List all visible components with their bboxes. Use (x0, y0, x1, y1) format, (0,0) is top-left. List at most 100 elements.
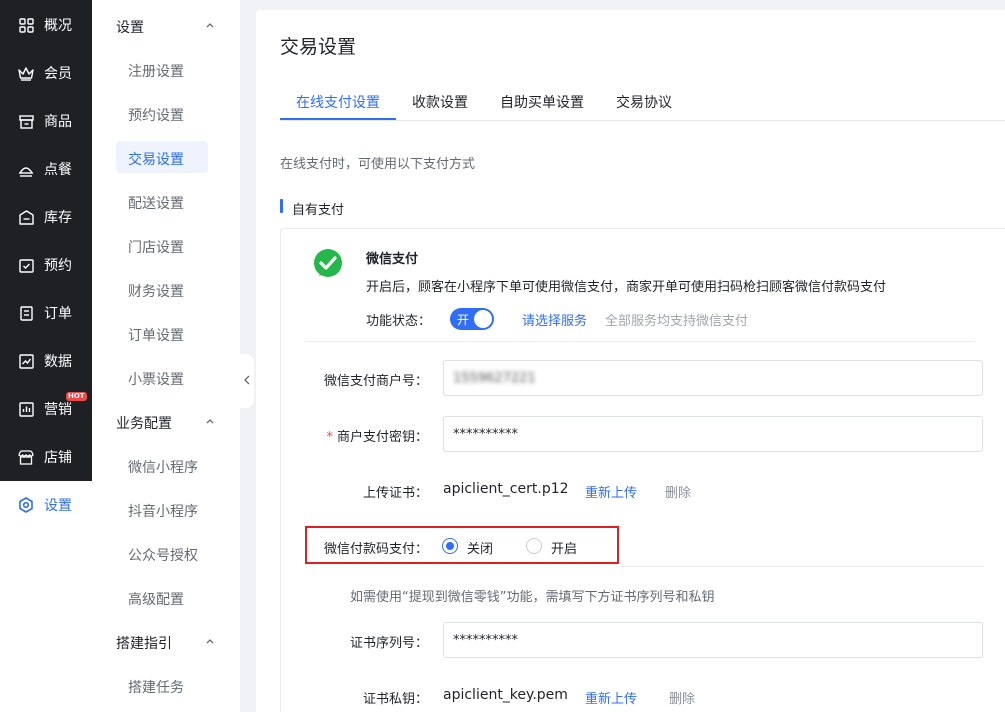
main-nav: 概况 会员 商品 点餐 库存 预约 订单 数据 营销 HOT 店铺 设置 (0, 0, 92, 712)
hot-badge: HOT (66, 392, 87, 401)
nav-item-overview[interactable]: 概况 (0, 1, 92, 49)
chevron-up-icon (205, 634, 215, 650)
nav-item-stock[interactable]: 库存 (0, 193, 92, 241)
merchant-id-input[interactable]: 1559627221 (443, 360, 983, 396)
store-icon (18, 113, 34, 129)
nav-item-settings[interactable]: 设置 (0, 481, 92, 529)
delete-cert-link[interactable]: 删除 (665, 482, 691, 501)
cert-upload-label: 上传证书： (362, 486, 428, 501)
order-icon (18, 305, 34, 321)
nav-item-booking[interactable]: 预约 (0, 241, 92, 289)
nav-label: 数据 (44, 354, 72, 370)
delete-key-link[interactable]: 删除 (669, 688, 695, 707)
paycode-on-label[interactable]: 开启 (551, 538, 577, 557)
submenu-group-settings[interactable]: 设置 (116, 17, 216, 37)
tab-bar: 在线支付设置 收款设置 自助买单设置 交易协议 (280, 90, 1005, 121)
merchant-key-label: * 商户支付密钥： (326, 430, 428, 445)
chart-icon (18, 353, 34, 369)
submenu-item-official-account[interactable]: 公众号授权 (128, 545, 198, 565)
page-title: 交易设置 (280, 36, 357, 58)
submenu-item-finance[interactable]: 财务设置 (128, 281, 184, 301)
nav-item-goods[interactable]: 商品 (0, 97, 92, 145)
divider (306, 341, 974, 342)
toggle-knob (474, 310, 492, 328)
nav-label: 点餐 (44, 162, 72, 178)
private-key-file-name: apiclient_key.pem (443, 687, 568, 703)
nav-label: 商品 (44, 114, 72, 130)
nav-label: 预约 (44, 258, 72, 274)
nav-label: 会员 (44, 66, 72, 82)
submenu-group-guide[interactable]: 搭建指引 (116, 633, 216, 653)
wechat-pay-description: 开启后，顾客在小程序下单可使用微信支付，商家开单可使用扫码枪扫顾客微信付款码支付 (366, 280, 887, 295)
divider (620, 566, 984, 567)
status-label: 功能状态： (366, 314, 432, 329)
section-marker (280, 199, 283, 213)
section-title: 自有支付 (292, 203, 345, 218)
paycode-on-radio[interactable] (526, 538, 542, 554)
chevron-up-icon (205, 18, 215, 34)
submenu-item-store[interactable]: 门店设置 (128, 237, 184, 257)
nav-label: 店铺 (44, 450, 72, 466)
nav-item-shop[interactable]: 店铺 (0, 433, 92, 481)
nav-label: 概况 (44, 18, 72, 34)
payment-description: 在线支付时，可使用以下支付方式 (280, 157, 476, 172)
marketing-icon (18, 401, 34, 417)
choose-service-link[interactable]: 请选择服务 (522, 310, 587, 329)
active-tab-indicator (280, 118, 396, 120)
collapse-submenu-button[interactable] (240, 354, 254, 408)
cert-serial-value: ********** (453, 632, 518, 648)
submenu-item-trade[interactable]: 交易设置 (128, 149, 184, 169)
chevron-left-icon (243, 373, 251, 389)
submenu-item-build-task[interactable]: 搭建任务 (128, 677, 184, 697)
paycode-off-label[interactable]: 关闭 (467, 538, 493, 557)
required-mark: * (326, 430, 333, 445)
tab-trade-agreement[interactable]: 交易协议 (616, 92, 672, 112)
submenu-item-booking[interactable]: 预约设置 (128, 105, 184, 125)
shop-icon (18, 449, 34, 465)
nav-item-orders[interactable]: 订单 (0, 289, 92, 337)
status-toggle[interactable]: 开 (450, 308, 494, 330)
merchant-id-label: 微信支付商户号： (323, 374, 428, 389)
submenu-item-advanced[interactable]: 高级配置 (128, 589, 184, 609)
nav-item-member[interactable]: 会员 (0, 49, 92, 97)
crown-icon (18, 65, 34, 81)
warehouse-icon (18, 209, 34, 225)
submenu-item-register[interactable]: 注册设置 (128, 61, 184, 81)
nav-item-ordering[interactable]: 点餐 (0, 145, 92, 193)
submenu-item-douyin-mini[interactable]: 抖音小程序 (128, 501, 198, 521)
nav-item-marketing[interactable]: 营销 HOT (0, 385, 92, 433)
merchant-key-value: ********** (453, 426, 518, 442)
tab-online-payment[interactable]: 在线支付设置 (296, 92, 380, 112)
merchant-key-input[interactable]: ********** (443, 416, 983, 452)
dashboard-icon (18, 17, 34, 33)
wechat-pay-icon (312, 248, 344, 280)
merchant-id-value: 1559627221 (453, 370, 536, 386)
private-key-label: 证书私钥： (362, 692, 428, 707)
change-note: 如需使用“提现到微信零钱”功能，需填写下方证书序列号和私钥 (350, 590, 715, 605)
main-panel: 交易设置 在线支付设置 收款设置 自助买单设置 交易协议 在线支付时，可使用以下… (256, 10, 1005, 712)
submenu-item-receipt[interactable]: 小票设置 (128, 369, 184, 389)
submenu-item-wechat-mini[interactable]: 微信小程序 (128, 457, 198, 477)
tab-self-checkout[interactable]: 自助买单设置 (500, 92, 584, 112)
wechat-pay-title: 微信支付 (366, 252, 419, 267)
nav-label: 库存 (44, 210, 72, 226)
dish-icon (18, 161, 34, 177)
nav-bottom-area (0, 529, 92, 712)
reupload-key-link[interactable]: 重新上传 (585, 688, 637, 707)
cert-serial-input[interactable]: ********** (443, 622, 983, 658)
nav-item-data[interactable]: 数据 (0, 337, 92, 385)
submenu-item-order[interactable]: 订单设置 (128, 325, 184, 345)
service-note: 全部服务均支持微信支付 (605, 314, 749, 329)
nav-label: 营销 (44, 402, 72, 418)
settings-submenu: 设置 注册设置 预约设置 交易设置 配送设置 门店设置 财务设置 订单设置 小票… (92, 0, 240, 712)
cert-file-name: apiclient_cert.p12 (443, 481, 569, 497)
submenu-group-business[interactable]: 业务配置 (116, 413, 216, 433)
paycode-label: 微信付款码支付： (323, 542, 428, 557)
nav-label: 订单 (44, 306, 72, 322)
reupload-cert-link[interactable]: 重新上传 (585, 482, 637, 501)
cert-serial-label: 证书序列号： (349, 636, 428, 651)
settings-icon (18, 497, 34, 513)
tab-collection[interactable]: 收款设置 (412, 92, 468, 112)
submenu-item-delivery[interactable]: 配送设置 (128, 193, 184, 213)
paycode-off-radio[interactable] (442, 538, 458, 554)
